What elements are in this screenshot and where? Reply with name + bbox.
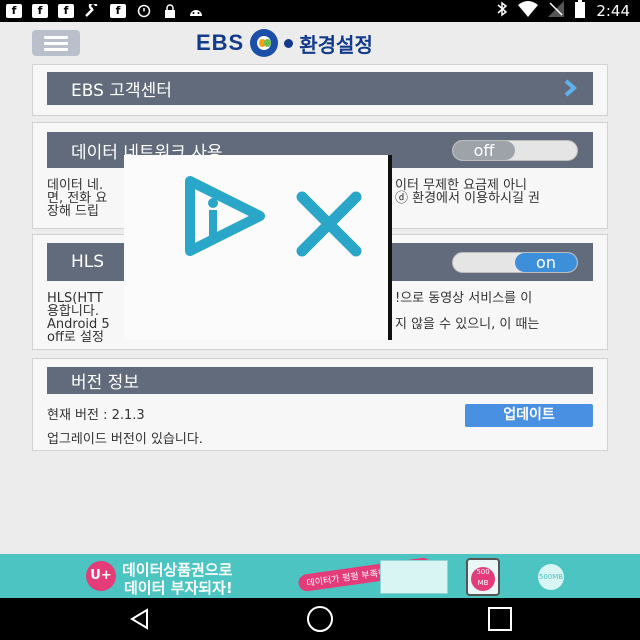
ebs-logo-icon: [250, 29, 279, 57]
support-center-button[interactable]: EBS 고객센터: [47, 72, 593, 105]
back-button[interactable]: [110, 598, 170, 640]
title-text: 환경설정: [299, 32, 373, 57]
desc-line: 지 않을 수 있으니, 이 때는: [395, 317, 540, 332]
status-bar: f f f f 2:44: [0, 0, 640, 22]
data-network-toggle[interactable]: off: [452, 140, 578, 161]
navigation-bar: [0, 598, 640, 640]
gift-card-icon: [380, 560, 448, 594]
home-button[interactable]: [290, 598, 350, 640]
app-header: EBS 환경설정: [0, 22, 640, 64]
facebook-icon: f: [110, 4, 126, 18]
wifi-icon: [518, 1, 539, 21]
version-bar: 버전 정보: [47, 367, 593, 394]
page-title: EBS 환경설정: [196, 29, 373, 57]
version-card: 버전 정보 현재 버전 : 2.1.3 업데이트 업그레이드 버전이 있습니다.: [32, 358, 608, 451]
ad-overlay: [124, 155, 392, 340]
logo-dot-icon: [284, 38, 294, 48]
brand-text: EBS: [196, 30, 245, 55]
lock-icon: [162, 4, 178, 18]
menu-button[interactable]: [32, 30, 80, 56]
current-version: 현재 버전 : 2.1.3: [47, 408, 145, 423]
battery-icon: [574, 0, 586, 22]
ad-subheadline: 데이터 부자되자!: [124, 579, 233, 597]
hls-description-right: !으로 동영상 서비스를 이 지 않을 수 있으니, 이 때는: [395, 292, 595, 331]
bluetooth-icon: [496, 1, 508, 21]
ad-play-icon[interactable]: [182, 173, 268, 263]
hls-label: HLS: [71, 252, 105, 272]
alarm-icon: [136, 4, 152, 18]
recents-icon: [488, 607, 512, 631]
recents-button[interactable]: [470, 598, 530, 640]
menu-line: [44, 41, 68, 45]
home-icon: [307, 606, 333, 632]
android-icon: [188, 4, 204, 18]
hls-toggle[interactable]: on: [452, 252, 578, 273]
ad-phone-text: 500 MB: [471, 567, 495, 591]
desc-line: !으로 동영상 서비스를 이: [395, 291, 533, 306]
upgrade-notice: 업그레이드 버전이 있습니다.: [47, 432, 203, 447]
menu-line: [44, 47, 68, 51]
phone-icon: 500 MB: [466, 558, 500, 596]
menu-line: [44, 35, 68, 39]
lg-uplus-logo: U+: [86, 561, 116, 591]
wrench-icon: [84, 1, 100, 18]
ad-banner[interactable]: U+ 데이터상품권으로 데이터 부자되자! 데이터가 펑펑 부족하시다구요? 5…: [0, 554, 640, 598]
facebook-icon: f: [6, 4, 22, 18]
ad-circle: 500MB: [538, 564, 564, 590]
toggle-state-label: off: [453, 141, 515, 160]
back-icon: [130, 608, 148, 630]
support-card: EBS 고객센터: [32, 64, 608, 116]
toggle-state-label: on: [515, 253, 577, 272]
facebook-icon: f: [58, 4, 74, 18]
desc-line: ⓓ 환경에서 이용하시길 권: [395, 191, 540, 206]
chevron-right-icon: [563, 79, 578, 102]
support-center-label: EBS 고객센터: [71, 81, 172, 101]
facebook-icon: f: [32, 4, 48, 18]
close-icon[interactable]: [296, 191, 362, 261]
update-button[interactable]: 업데이트: [465, 404, 593, 427]
signal-icon: [548, 1, 565, 21]
data-network-description-right: 이터 무제한 요금제 아니 ⓓ 환경에서 이용하시길 권: [395, 179, 595, 205]
version-title: 버전 정보: [71, 373, 139, 393]
clock: 2:44: [596, 2, 630, 20]
